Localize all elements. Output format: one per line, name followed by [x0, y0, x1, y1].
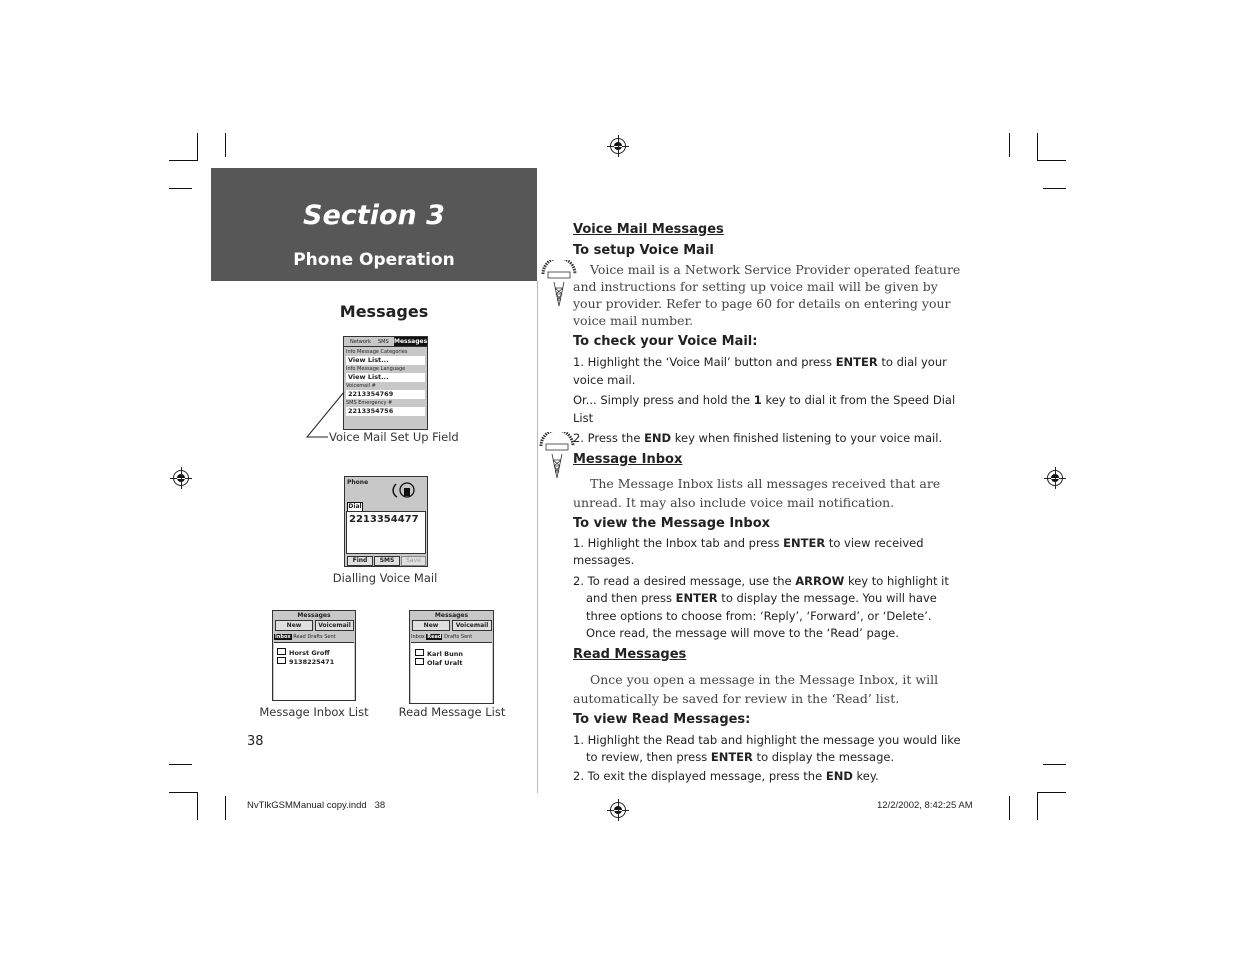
crop-mark: [1037, 133, 1038, 161]
network-dependent-feature-icon: [541, 260, 577, 307]
check-voice-mail-heading: To check your Voice Mail:: [573, 334, 758, 349]
view-inbox-step-1: 1. Highlight the Inbox tab and press ENT…: [573, 535, 924, 568]
tab-bar: Network SMS Messages: [344, 337, 427, 347]
check-or-step: Or... Simply press and hold the 1 key to…: [573, 393, 956, 425]
row-label: Info Message Categories: [346, 349, 408, 355]
section-subtitle: Phone Operation: [293, 250, 455, 270]
crop-mark: [197, 133, 198, 161]
envelope-open-icon: [415, 649, 424, 656]
crop-mark: [1037, 792, 1038, 820]
crop-mark: [169, 792, 198, 793]
column-divider: [537, 281, 538, 793]
dialling-screen: Phone Dial 2213354477 Find SMS Save: [344, 476, 428, 567]
message-inbox-screen: Messages New Voicemail Inbox Read Drafts…: [272, 610, 356, 701]
tab-read: Read: [293, 634, 306, 640]
screen-title: Phone: [347, 479, 369, 486]
crop-mark: [225, 796, 226, 820]
crop-mark: [169, 160, 198, 161]
read-messages-body: Once you open a message in the Message I…: [573, 671, 939, 706]
crop-mark: [225, 133, 226, 157]
tab-sent: Sent: [460, 634, 473, 640]
page-number: 38: [247, 734, 264, 749]
voicemail-button: Voicemail: [315, 620, 354, 631]
voice-mail-heading: Voice Mail Messages: [573, 222, 724, 237]
message-list-item: Olaf Uralt: [415, 658, 462, 667]
print-timestamp: 12/2/2002, 8:42:25 AM: [877, 800, 973, 811]
read-messages-heading: Read Messages: [573, 646, 687, 662]
crop-mark: [1037, 160, 1066, 161]
crop-mark: [1037, 792, 1066, 793]
tab-drafts: Drafts: [444, 634, 460, 640]
voicemail-button: Voicemail: [452, 620, 492, 631]
voicemail-setup-screen: Network SMS Messages Info Message Catego…: [343, 336, 428, 430]
section-title: Section 3: [303, 200, 445, 231]
row-value: View List...: [346, 373, 425, 382]
tab-messages-active: Messages: [394, 337, 428, 346]
save-button: Save: [401, 556, 426, 566]
section-header: Section 3 Phone Operation: [211, 168, 537, 281]
crop-mark: [1043, 764, 1066, 765]
crop-mark: [197, 792, 198, 820]
voicemail-setup-caption: Voice Mail Set Up Field: [329, 430, 459, 444]
right-column: Voice Mail Messages To setup Voice Mail …: [573, 222, 963, 785]
network-dependent-feature-icon: [539, 432, 575, 479]
crop-mark: [1009, 796, 1010, 820]
registration-mark-icon: [1044, 467, 1066, 489]
phone-hand-icon: [392, 482, 415, 498]
row-label: Info Message Language: [346, 366, 406, 372]
message-list-item: Karl Bunn: [415, 649, 463, 658]
read-message-screen: Messages New Voicemail Inbox Read Drafts…: [409, 610, 494, 704]
envelope-icon: [277, 648, 286, 655]
screen-title: Messages: [297, 612, 331, 619]
setup-voice-mail-body: Voice mail is a Network Service Provider…: [573, 262, 961, 328]
message-inbox-body: The Message Inbox lists all messages rec…: [573, 475, 941, 510]
registration-mark-icon: [170, 467, 192, 489]
messages-heading: Messages: [339, 302, 429, 321]
view-read-step-1: 1. Highlight the Read tab and highlight …: [573, 732, 961, 765]
crop-mark: [1009, 133, 1010, 157]
crop-mark: [1043, 188, 1066, 189]
check-step-2: 2. Press the END key when finished liste…: [573, 431, 943, 445]
inbox-caption: Message Inbox List: [259, 705, 369, 719]
new-button: New: [412, 620, 450, 631]
tab-sms: SMS: [378, 339, 389, 345]
voicemail-number-field: 2213354769: [346, 390, 425, 399]
row-value: 2213354756: [346, 407, 425, 416]
dialling-caption: Dialling Voice Mail: [332, 571, 438, 585]
view-read-heading: To view Read Messages:: [573, 711, 751, 727]
tab-network: Network: [350, 339, 371, 345]
row-label: Voicemail #: [346, 383, 376, 389]
row-label: SMS Emergency #: [346, 400, 393, 406]
tab-drafts: Drafts: [307, 634, 323, 640]
registration-mark-icon: [607, 135, 629, 157]
crop-mark: [169, 764, 192, 765]
check-step-1: 1. Highlight the ‘Voice Mail’ button and…: [573, 355, 947, 387]
view-inbox-heading: To view the Message Inbox: [573, 515, 771, 531]
view-inbox-step-2: 2. To read a desired message, use the AR…: [573, 573, 949, 641]
sms-button: SMS: [374, 556, 400, 566]
tab-inbox-active: Inbox: [274, 634, 292, 640]
new-button: New: [275, 620, 313, 631]
envelope-open-icon: [415, 658, 424, 665]
find-button: Find: [347, 556, 373, 566]
file-info: NvTlkGSMManual copy.indd 38: [247, 800, 386, 811]
row-value: View List...: [346, 356, 425, 365]
tab-sent: Sent: [324, 634, 336, 640]
crop-mark: [169, 188, 192, 189]
message-list-item: 9138225471: [277, 657, 334, 666]
tab-inbox: Inbox: [411, 634, 425, 640]
message-list-item: Horst Groff: [277, 648, 330, 657]
screen-title: Messages: [434, 612, 469, 619]
registration-mark-icon: [607, 799, 629, 821]
tab-read-active: Read: [426, 634, 443, 640]
view-read-step-2: 2. To exit the displayed message, press …: [573, 768, 879, 783]
message-inbox-heading: Message Inbox: [573, 451, 683, 467]
dialed-number: 2213354477: [349, 514, 419, 525]
read-caption: Read Message List: [398, 705, 506, 719]
envelope-icon: [277, 657, 286, 664]
setup-voice-mail-heading: To setup Voice Mail: [573, 243, 714, 258]
